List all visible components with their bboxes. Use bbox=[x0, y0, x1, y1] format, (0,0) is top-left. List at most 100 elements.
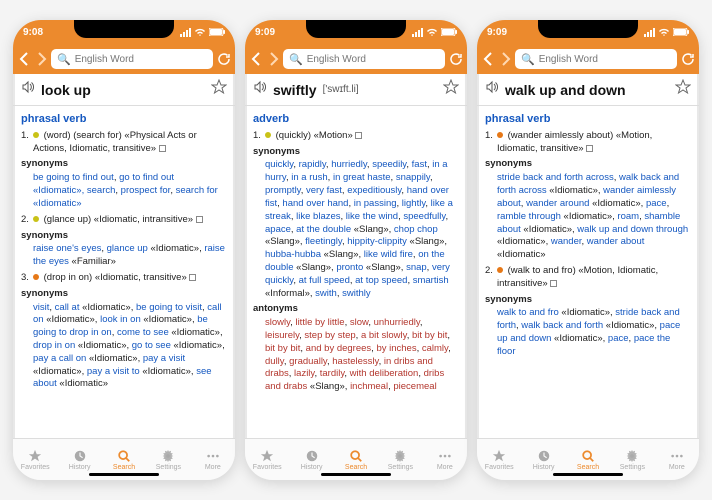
word-link[interactable]: swith bbox=[315, 288, 337, 299]
word-link[interactable]: unhurriedly bbox=[374, 317, 420, 328]
word-link[interactable]: stride back and forth across bbox=[497, 172, 614, 183]
refresh-button[interactable] bbox=[681, 50, 695, 68]
word-link[interactable]: hastelessly bbox=[332, 356, 378, 367]
word-link[interactable]: go to find out bbox=[119, 172, 174, 183]
sense-checkbox[interactable] bbox=[196, 216, 203, 223]
word-link[interactable]: lazily bbox=[294, 368, 314, 379]
word-link[interactable]: walk up and down through bbox=[577, 224, 688, 235]
word-link[interactable]: a bit slowly bbox=[361, 330, 407, 341]
forward-button[interactable] bbox=[35, 50, 47, 68]
word-link[interactable]: apace bbox=[265, 224, 291, 235]
word-link[interactable]: «Idiomatic», bbox=[33, 185, 87, 196]
word-link[interactable]: little by little bbox=[295, 317, 344, 328]
word-link[interactable]: snap bbox=[406, 262, 427, 273]
word-link[interactable]: walk to and fro bbox=[497, 307, 559, 318]
word-link[interactable]: pay a call on bbox=[33, 353, 86, 364]
home-indicator[interactable] bbox=[321, 473, 391, 476]
content-area[interactable]: phrasal verb1. (word) (search for) «Phys… bbox=[13, 106, 235, 438]
word-link[interactable]: speedily bbox=[372, 159, 406, 170]
word-link[interactable]: come to see bbox=[117, 327, 169, 338]
search-box[interactable]: 🔍 bbox=[283, 49, 445, 69]
word-link[interactable]: raise one's eyes bbox=[33, 243, 101, 254]
word-link[interactable]: pronto bbox=[336, 262, 363, 273]
word-link[interactable]: at full speed bbox=[299, 275, 350, 286]
favorite-button[interactable] bbox=[443, 79, 459, 100]
word-link[interactable]: glance up bbox=[107, 243, 148, 254]
word-link[interactable]: snappily bbox=[396, 172, 430, 183]
word-link[interactable]: drop in on bbox=[33, 340, 75, 351]
word-link[interactable]: slow bbox=[350, 317, 368, 328]
word-link[interactable]: at top speed bbox=[355, 275, 407, 286]
word-link[interactable]: search bbox=[87, 185, 116, 196]
back-button[interactable] bbox=[251, 50, 263, 68]
forward-button[interactable] bbox=[267, 50, 279, 68]
sense-checkbox[interactable] bbox=[550, 280, 557, 287]
word-link[interactable]: hand over hand bbox=[282, 198, 348, 209]
home-indicator[interactable] bbox=[553, 473, 623, 476]
word-link[interactable]: dully bbox=[265, 356, 284, 367]
word-link[interactable]: fleetingly bbox=[305, 236, 342, 247]
word-link[interactable]: wander about bbox=[587, 236, 645, 247]
word-link[interactable]: expeditiously bbox=[347, 185, 401, 196]
word-link[interactable]: roam bbox=[617, 211, 639, 222]
word-link[interactable]: hubba-hubba bbox=[265, 249, 321, 260]
word-link[interactable]: by inches bbox=[376, 343, 416, 354]
word-link[interactable]: leisurely bbox=[265, 330, 299, 341]
search-input[interactable] bbox=[75, 54, 207, 65]
word-link[interactable]: pay a visit bbox=[143, 353, 185, 364]
word-link[interactable]: in great haste bbox=[333, 172, 391, 183]
word-link[interactable]: wander around bbox=[526, 198, 589, 209]
audio-button[interactable] bbox=[485, 80, 499, 99]
word-link[interactable]: wander bbox=[551, 236, 582, 247]
back-button[interactable] bbox=[483, 50, 495, 68]
word-link[interactable]: like wild fire bbox=[364, 249, 413, 260]
word-link[interactable]: with deliberation bbox=[350, 368, 419, 379]
word-link[interactable]: speedfully bbox=[403, 211, 445, 222]
word-link[interactable]: hurriedly bbox=[331, 159, 367, 170]
word-link[interactable]: fast bbox=[412, 159, 427, 170]
tab-favorites[interactable]: Favorites bbox=[477, 439, 521, 480]
word-link[interactable]: ramble through bbox=[497, 211, 561, 222]
word-link[interactable]: inchmeal bbox=[350, 381, 388, 392]
word-link[interactable]: walk back and forth bbox=[521, 320, 603, 331]
word-link[interactable]: rapidly bbox=[299, 159, 326, 170]
word-link[interactable]: pay a visit to bbox=[87, 366, 140, 377]
word-link[interactable]: prospect for bbox=[121, 185, 171, 196]
word-link[interactable]: calmly bbox=[422, 343, 448, 354]
tab-favorites[interactable]: Favorites bbox=[13, 439, 57, 480]
word-link[interactable]: bit by bit bbox=[265, 343, 300, 354]
search-box[interactable]: 🔍 bbox=[51, 49, 213, 69]
word-link[interactable]: swithly bbox=[342, 288, 371, 299]
tab-more[interactable]: More bbox=[423, 439, 467, 480]
search-input[interactable] bbox=[539, 54, 671, 65]
sense-checkbox[interactable] bbox=[159, 145, 166, 152]
sense-checkbox[interactable] bbox=[586, 145, 593, 152]
audio-button[interactable] bbox=[253, 80, 267, 99]
word-link[interactable]: call at bbox=[55, 302, 80, 313]
word-link[interactable]: piecemeal bbox=[393, 381, 436, 392]
favorite-button[interactable] bbox=[675, 79, 691, 100]
word-link[interactable]: very fast bbox=[306, 185, 342, 196]
favorite-button[interactable] bbox=[211, 79, 227, 100]
content-area[interactable]: adverb1. (quickly) «Motion» synonymsquic… bbox=[245, 106, 467, 438]
word-link[interactable]: at the double bbox=[296, 224, 351, 235]
word-link[interactable]: tardily bbox=[320, 368, 345, 379]
word-link[interactable]: in passing bbox=[354, 198, 397, 209]
back-button[interactable] bbox=[19, 50, 31, 68]
forward-button[interactable] bbox=[499, 50, 511, 68]
word-link[interactable]: be going to visit bbox=[136, 302, 202, 313]
word-link[interactable]: pace bbox=[608, 333, 629, 344]
search-input[interactable] bbox=[307, 54, 439, 65]
refresh-button[interactable] bbox=[217, 50, 231, 68]
word-link[interactable]: chop chop bbox=[394, 224, 438, 235]
word-link[interactable]: search for bbox=[176, 185, 218, 196]
word-link[interactable]: go to see bbox=[132, 340, 171, 351]
sense-checkbox[interactable] bbox=[189, 274, 196, 281]
tab-more[interactable]: More bbox=[655, 439, 699, 480]
word-link[interactable]: in a rush bbox=[291, 172, 327, 183]
word-link[interactable]: smartish bbox=[413, 275, 449, 286]
word-link[interactable]: pace bbox=[646, 198, 667, 209]
refresh-button[interactable] bbox=[449, 50, 463, 68]
word-link[interactable]: like blazes bbox=[296, 211, 340, 222]
search-box[interactable]: 🔍 bbox=[515, 49, 677, 69]
